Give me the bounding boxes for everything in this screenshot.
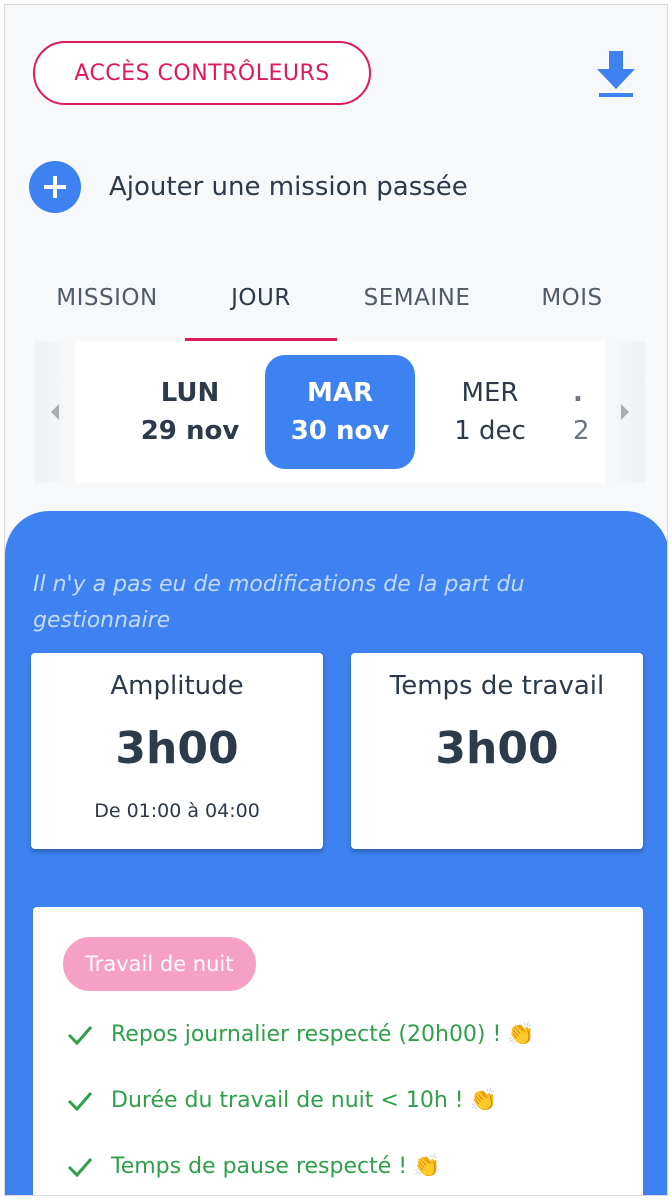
day-thursday-partial[interactable]: . 2 xyxy=(573,355,593,469)
download-icon[interactable] xyxy=(593,49,639,99)
work-time-card: Temps de travail 3h00 xyxy=(351,653,643,849)
day-date: 1 dec xyxy=(454,416,526,446)
alert-item: Durée du travail de nuit < 10h ! 👏 xyxy=(65,1085,497,1115)
day-name: MER xyxy=(461,378,519,408)
period-tabs: MISSION JOUR SEMAINE MOIS xyxy=(31,275,651,341)
day-date: 29 nov xyxy=(140,416,240,446)
day-selector: LUN 29 nov MAR 30 nov MER 1 dec . 2 xyxy=(35,341,645,483)
add-past-mission-row[interactable]: Ajouter une mission passée xyxy=(29,161,468,213)
day-wednesday[interactable]: MER 1 dec xyxy=(415,355,565,469)
day-name: . xyxy=(573,378,583,408)
clapping-hands-icon: 👏 xyxy=(413,1153,441,1179)
alert-text: Repos journalier respecté (20h00) ! xyxy=(111,1021,502,1047)
amplitude-card: Amplitude 3h00 De 01:00 à 04:00 xyxy=(31,653,323,849)
card-title: Temps de travail xyxy=(389,671,605,701)
day-date: 30 nov xyxy=(290,416,390,446)
check-icon xyxy=(67,1092,93,1112)
tab-label: MISSION xyxy=(56,285,158,311)
regulation-alerts-card: Travail de nuit Repos journalier respect… xyxy=(33,907,643,1195)
alert-text: Temps de pause respecté ! xyxy=(111,1153,408,1179)
controllers-access-button[interactable]: ACCÈS CONTRÔLEURS xyxy=(33,41,371,105)
tab-semaine[interactable]: SEMAINE xyxy=(339,275,495,341)
day-monday[interactable]: LUN 29 nov xyxy=(115,355,265,469)
tab-mission[interactable]: MISSION xyxy=(31,275,183,341)
check-icon xyxy=(67,1026,93,1046)
card-range: De 01:00 à 04:00 xyxy=(94,800,260,822)
app-frame: ACCÈS CONTRÔLEURS Ajouter une mission pa… xyxy=(4,4,668,1196)
day-summary-panel: Il n'y a pas eu de modifications de la p… xyxy=(5,511,667,1195)
scroll-left-icon[interactable] xyxy=(35,341,75,483)
scroll-right-icon[interactable] xyxy=(605,341,645,483)
clapping-hands-icon: 👏 xyxy=(507,1021,535,1047)
tab-label: MOIS xyxy=(541,285,603,311)
day-date: 2 xyxy=(573,416,590,446)
tab-mois[interactable]: MOIS xyxy=(497,275,647,341)
add-past-mission-label[interactable]: Ajouter une mission passée xyxy=(109,172,468,202)
alert-text: Durée du travail de nuit < 10h ! xyxy=(111,1087,464,1113)
tab-label: SEMAINE xyxy=(363,285,471,311)
alert-item: Repos journalier respecté (20h00) ! 👏 xyxy=(65,1019,535,1049)
tab-jour[interactable]: JOUR xyxy=(185,275,337,341)
day-name: MAR xyxy=(306,378,373,408)
night-work-badge: Travail de nuit xyxy=(63,937,256,991)
card-value: 3h00 xyxy=(115,723,239,774)
check-icon xyxy=(67,1158,93,1178)
day-tuesday[interactable]: MAR 30 nov xyxy=(265,355,415,469)
no-modification-notice: Il n'y a pas eu de modifications de la p… xyxy=(33,572,525,633)
plus-circle-icon[interactable] xyxy=(29,161,81,213)
card-value: 3h00 xyxy=(435,723,559,774)
card-title: Amplitude xyxy=(110,671,244,701)
day-name: LUN xyxy=(160,378,220,408)
clapping-hands-icon: 👏 xyxy=(469,1087,497,1113)
alert-item: Temps de pause respecté ! 👏 xyxy=(65,1151,441,1181)
tab-label: JOUR xyxy=(231,285,291,311)
